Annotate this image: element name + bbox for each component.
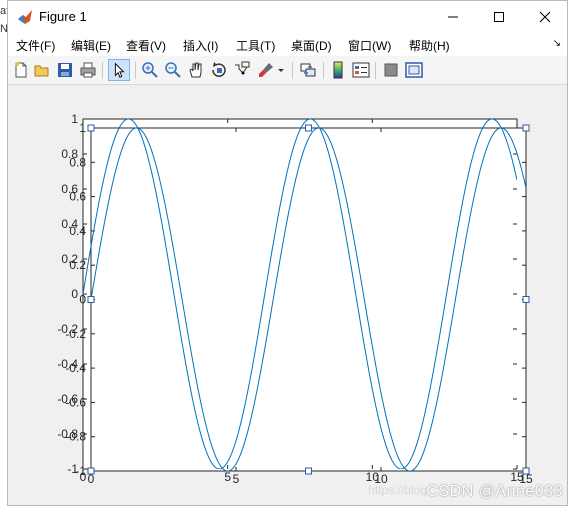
selection-handle[interactable] [522, 296, 530, 303]
close-icon [539, 11, 551, 22]
pan-hand-icon[interactable] [187, 61, 205, 79]
y-tick-label-front: -0.2 [65, 327, 86, 341]
menu-desktop[interactable]: 桌面(D) [291, 37, 332, 54]
y-tick-label-front: -0.6 [65, 395, 86, 409]
selection-handle[interactable] [522, 124, 530, 132]
menu-view[interactable]: 查看(V) [126, 37, 166, 54]
selection-handle[interactable] [305, 124, 312, 132]
close-button[interactable] [522, 1, 568, 32]
y-tick-label-front: 0.6 [69, 190, 86, 204]
y-tick-label-front: 0.4 [69, 224, 86, 238]
matlab-logo-icon [18, 10, 32, 24]
legend-icon[interactable] [352, 61, 370, 79]
zoom-in-icon[interactable] [141, 61, 159, 79]
link-plot-icon[interactable] [299, 61, 317, 79]
window-title: Figure 1 [39, 9, 87, 24]
hide-plot-tools-icon[interactable] [382, 61, 400, 79]
colorbar-icon[interactable] [329, 61, 347, 79]
y-tick-label-back: 1 [71, 112, 78, 126]
y-tick-label-front: 0.8 [69, 155, 86, 169]
menu-insert[interactable]: 插入(I) [183, 37, 218, 54]
x-tick-label-front: 5 [233, 472, 240, 486]
minimize-button[interactable] [430, 1, 476, 32]
minimize-icon [448, 16, 458, 17]
show-plot-tools-icon[interactable] [405, 61, 423, 79]
figure-toolbar [8, 56, 567, 85]
background-window-edge: at N [0, 0, 9, 514]
maximize-button[interactable] [476, 1, 522, 32]
menu-file[interactable]: 文件(F) [16, 37, 55, 54]
menu-help[interactable]: 帮助(H) [409, 37, 450, 54]
front-axes-box[interactable] [90, 127, 527, 472]
selection-handle[interactable] [87, 124, 95, 132]
new-figure-icon[interactable] [12, 61, 30, 79]
y-tick-label-front: -0.8 [65, 430, 86, 444]
rotate-3d-icon[interactable] [210, 61, 228, 79]
dock-arrow-icon[interactable]: ↘ [553, 38, 561, 49]
print-icon[interactable] [79, 61, 97, 79]
brush-dropdown-icon[interactable] [276, 61, 286, 79]
maximize-icon [494, 11, 504, 22]
save-icon[interactable] [56, 61, 74, 79]
selection-handle[interactable] [522, 467, 530, 475]
edit-plot-arrow-icon[interactable] [108, 59, 130, 81]
watermark-text: CSDN @Anne033 [426, 483, 563, 500]
menu-bar: 文件(F) 编辑(E) 查看(V) 插入(I) 工具(T) 桌面(D) 窗口(W… [8, 32, 567, 56]
zoom-out-icon[interactable] [164, 61, 182, 79]
menu-edit[interactable]: 编辑(E) [71, 37, 111, 54]
title-bar[interactable]: Figure 1 [8, 1, 567, 32]
y-tick-label-front: 0.2 [69, 258, 86, 272]
sine-plot: -1-0.8-0.6-0.4-0.200.20.40.60.810 5 10 15-1… [57, 112, 533, 486]
brush-icon[interactable] [257, 61, 275, 79]
x-tick-label-back: 5 [224, 470, 231, 484]
figure-canvas: -1 -0.8 -0.6 -0.4 -0.2 0 0.2 0.4 0.6 0.8 1 0 5 10 15 -1… [8, 85, 567, 505]
open-file-icon[interactable] [33, 61, 51, 79]
selection-handle[interactable] [305, 467, 312, 475]
y-tick-label-front: -1 [75, 464, 86, 478]
selection-handle[interactable] [87, 296, 95, 303]
y-tick-label-back: 0 [71, 287, 78, 301]
figure-window: Figure 1 文件(F) 编辑(E) 查看(V) 插入(I) 工具(T) 桌… [7, 0, 568, 506]
menu-tools[interactable]: 工具(T) [236, 37, 275, 54]
watermark-url: https://blog [368, 483, 427, 497]
selection-handle[interactable] [87, 467, 95, 475]
y-tick-label-front: -0.4 [65, 361, 86, 375]
y-tick-label-front: 0 [79, 293, 86, 307]
y-tick-label-front: 1 [79, 121, 86, 135]
menu-window[interactable]: 窗口(W) [348, 37, 391, 54]
data-cursor-icon[interactable] [233, 61, 251, 79]
